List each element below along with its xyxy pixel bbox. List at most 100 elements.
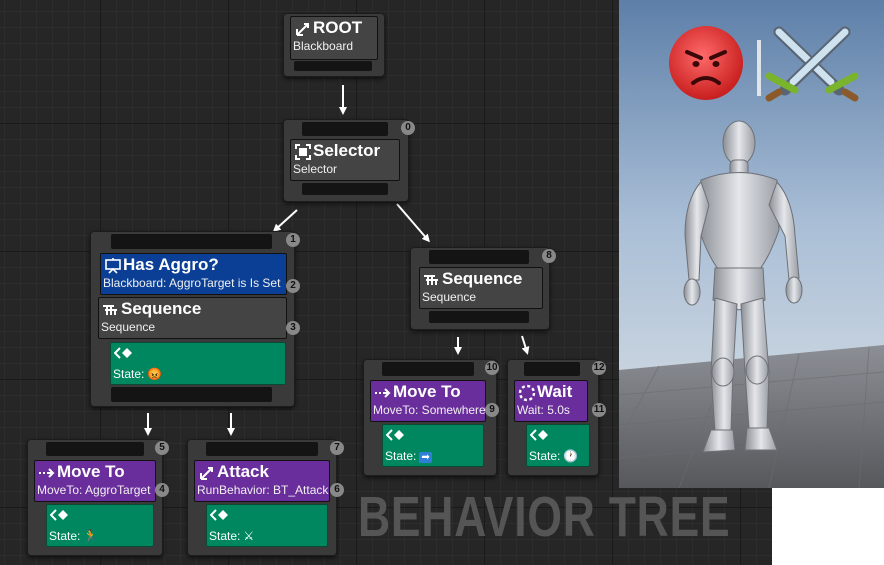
running-person-icon: 🏃: [83, 529, 99, 543]
left-sequence-node[interactable]: Has Aggro? Blackboard: AggroTarget is Is…: [90, 231, 295, 407]
root-output-pin[interactable]: [294, 61, 372, 71]
move-to-aggro-title: Move To: [57, 462, 125, 481]
state-label: State:: [385, 449, 417, 463]
root-subtitle: Blackboard: [293, 39, 354, 53]
attack-state: State: ⚔: [209, 529, 254, 543]
left-sequence-seq-badge: 3: [286, 321, 300, 335]
wait-spinner-icon: [518, 384, 536, 402]
root-branch-icon: [296, 23, 309, 36]
selector-node[interactable]: Selector Selector: [283, 119, 409, 202]
attack-task-badge: 6: [330, 483, 344, 497]
right-sequence-index-badge: 8: [542, 249, 556, 263]
angry-face-icon: [669, 26, 743, 100]
move-to-aggro-subtitle: MoveTo: AggroTarget: [37, 483, 151, 497]
right-sequence-title: Sequence: [442, 269, 523, 288]
has-aggro-decorator[interactable]: Has Aggro? Blackboard: AggroTarget is Is…: [100, 253, 287, 295]
wire-right-wait: [521, 335, 530, 355]
move-to-icon: [375, 388, 391, 398]
left-sequence-subtitle: Sequence: [101, 320, 156, 334]
has-aggro-index-badge: 2: [286, 279, 300, 293]
attack-subtitle: RunBehavior: BT_Attack: [197, 483, 329, 497]
attack-title: Attack: [217, 462, 269, 481]
right-sequence-output-pin[interactable]: [429, 311, 529, 323]
clock-icon: 🕐: [563, 449, 579, 463]
wait-title: Wait: [537, 382, 573, 401]
left-sequence-index-badge: 1: [286, 233, 300, 247]
service-icon: [210, 509, 228, 521]
move-to-aggro-service[interactable]: State: 🏃: [46, 504, 154, 547]
right-arrow-icon: ➡: [419, 452, 432, 463]
sequence-icon: [424, 275, 438, 285]
sequence-icon: [103, 305, 117, 315]
root-title: ROOT: [313, 18, 363, 37]
service-icon: [50, 509, 68, 521]
right-sequence-node[interactable]: Sequence Sequence: [410, 247, 550, 330]
wire-selector-right: [396, 203, 430, 243]
move-to-aggro-input-pin[interactable]: [46, 442, 144, 456]
run-behavior-icon: [200, 467, 213, 480]
right-sequence-header: Sequence Sequence: [419, 267, 543, 309]
viewport-scene: [619, 0, 884, 488]
move-to-somewhere-state: State: ➡: [385, 449, 432, 463]
move-to-somewhere-service[interactable]: State: ➡: [382, 424, 484, 467]
wait-index-badge: 12: [592, 361, 606, 375]
wait-node[interactable]: Wait Wait: 5.0s State: 🕐: [507, 359, 599, 476]
state-label: State:: [529, 449, 561, 463]
service-icon: [530, 429, 548, 441]
root-node[interactable]: ROOT Blackboard: [283, 13, 385, 77]
blackboard-icon: [105, 258, 121, 274]
attack-service[interactable]: State: ⚔: [206, 504, 328, 547]
service-icon: [386, 429, 404, 441]
move-to-icon: [39, 468, 55, 478]
move-to-somewhere-input-pin[interactable]: [382, 362, 474, 376]
character-viewport[interactable]: [619, 0, 884, 488]
move-to-somewhere-header: Move To MoveTo: Somewhere: [370, 380, 486, 422]
move-to-aggro-node[interactable]: Move To MoveTo: AggroTarget State: 🏃: [27, 439, 163, 556]
selector-header: Selector Selector: [290, 139, 400, 181]
left-sequence-header: Sequence Sequence: [98, 297, 287, 339]
left-sequence-output-pin[interactable]: [111, 387, 272, 402]
wait-task-badge: 11: [592, 403, 606, 417]
attack-input-pin[interactable]: [206, 442, 318, 456]
left-sequence-input-pin[interactable]: [111, 234, 272, 249]
state-label: State:: [209, 529, 241, 543]
has-aggro-title: Has Aggro?: [123, 255, 219, 274]
attack-header: Attack RunBehavior: BT_Attack: [194, 460, 330, 502]
selector-title: Selector: [313, 141, 381, 160]
left-sequence-title: Sequence: [121, 299, 202, 318]
crossed-swords-icon: ⚔: [243, 529, 255, 543]
selector-output-pin[interactable]: [302, 183, 388, 195]
wait-input-pin[interactable]: [524, 362, 580, 376]
move-to-somewhere-node[interactable]: Move To MoveTo: Somewhere State: ➡: [363, 359, 497, 476]
selector-subtitle: Selector: [293, 162, 338, 176]
state-label: State:: [49, 529, 81, 543]
left-sequence-state: State: 😡: [113, 367, 162, 381]
attack-node[interactable]: Attack RunBehavior: BT_Attack State: ⚔: [187, 439, 337, 556]
wait-subtitle: Wait: 5.0s: [517, 403, 570, 417]
service-icon: [114, 347, 132, 359]
selector-input-pin[interactable]: [302, 122, 388, 136]
has-aggro-subtitle: Blackboard: AggroTarget is Is Set: [103, 276, 281, 290]
move-to-aggro-header: Move To MoveTo: AggroTarget: [34, 460, 156, 502]
wait-state: State: 🕐: [529, 449, 578, 463]
move-to-aggro-state: State: 🏃: [49, 529, 98, 543]
selector-index-badge: 0: [401, 121, 415, 135]
move-to-aggro-index-badge: 5: [155, 441, 169, 455]
wire-selector-left: [272, 209, 298, 233]
state-label: State:: [113, 367, 145, 381]
root-header: ROOT Blackboard: [290, 16, 378, 60]
angry-face-icon: 😡: [147, 367, 163, 381]
move-to-somewhere-index-badge: 10: [485, 361, 499, 375]
editor-stage: ROOT Blackboard Selector Selector 0 Has …: [0, 0, 884, 565]
overlay-divider: [757, 40, 761, 96]
attack-index-badge: 7: [330, 441, 344, 455]
behavior-tree-watermark: BEHAVIOR TREE: [358, 485, 731, 549]
selector-icon: [295, 144, 311, 160]
right-sequence-input-pin[interactable]: [429, 250, 529, 264]
move-to-aggro-task-badge: 4: [155, 483, 169, 497]
right-sequence-subtitle: Sequence: [422, 290, 477, 304]
move-to-somewhere-title: Move To: [393, 382, 461, 401]
wait-service[interactable]: State: 🕐: [526, 424, 590, 467]
left-sequence-service[interactable]: State: 😡: [110, 342, 286, 385]
move-to-somewhere-task-badge: 9: [485, 403, 499, 417]
